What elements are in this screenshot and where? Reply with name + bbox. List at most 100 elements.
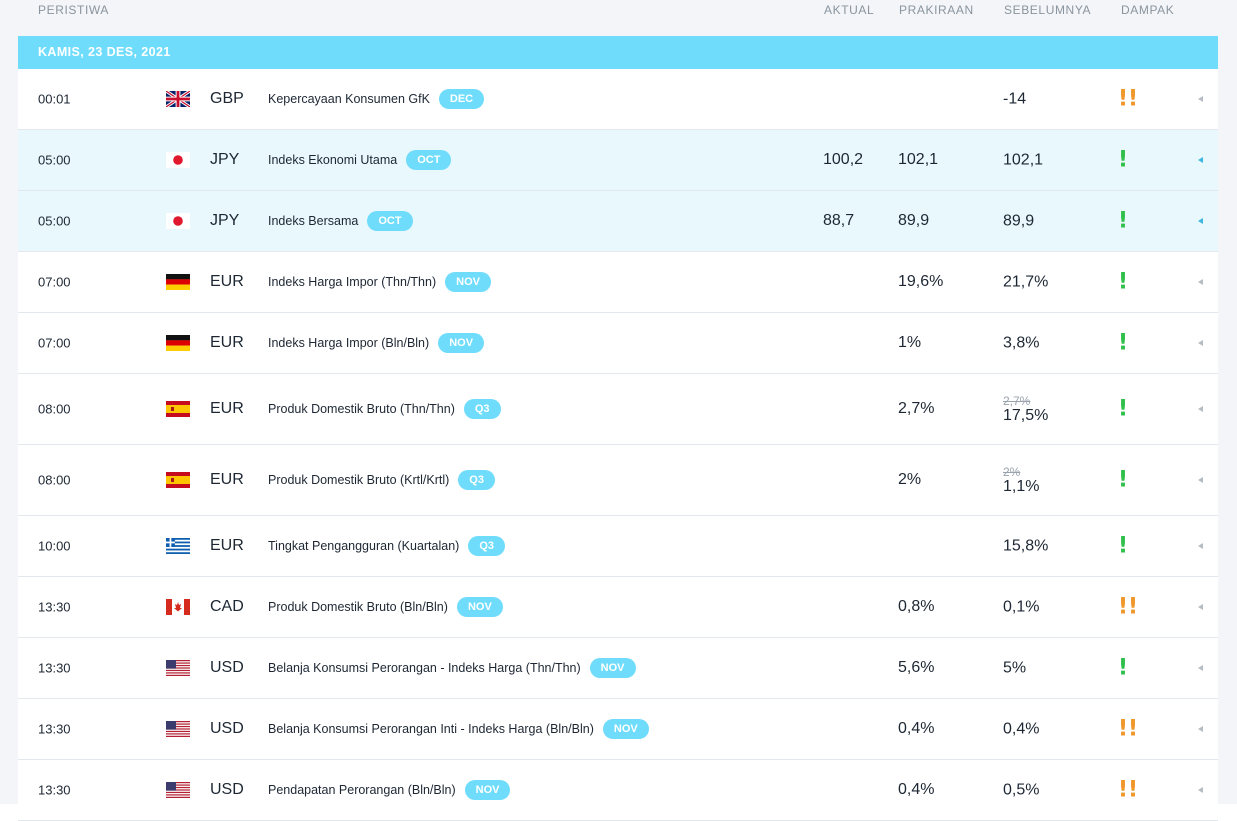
previous-value-cell: 0,1%: [1003, 598, 1040, 616]
previous-value: 1,1%: [1003, 478, 1040, 495]
impact-icon: !!: [1118, 86, 1139, 112]
event-time: 13:30: [38, 599, 71, 615]
event-row[interactable]: 05:00 JPY Indeks Ekonomi Utama OCT 100,2 102,…: [18, 130, 1218, 191]
previous-value: 15,8%: [1003, 537, 1049, 555]
event-title: Indeks Harga Impor (Thn/Thn) NOV: [268, 272, 491, 292]
period-badge: Q3: [463, 399, 501, 419]
event-row[interactable]: 07:00 EUR Indeks Harga Impor (Thn/Thn) NOV 1…: [18, 252, 1218, 313]
event-title: Indeks Bersama OCT: [268, 211, 413, 231]
forecast-value: 0,4%: [898, 720, 935, 737]
event-title: Tingkat Pengangguran (Kuartalan) Q3: [268, 536, 506, 556]
event-row[interactable]: 00:01 GBP Kepercayaan Konsumen GfK DEC -14!!: [18, 69, 1218, 130]
expand-caret-icon[interactable]: [1198, 406, 1203, 412]
event-title: Produk Domestik Bruto (Thn/Thn) Q3: [268, 399, 501, 419]
event-row[interactable]: 07:00 EUR Indeks Harga Impor (Bln/Bln) NOV 1…: [18, 313, 1218, 374]
expand-caret-icon[interactable]: [1198, 477, 1203, 483]
period-badge: OCT: [367, 211, 413, 231]
column-header-forecast: PRAKIRAAN: [899, 3, 974, 17]
previous-value: 102,1: [1003, 151, 1044, 169]
currency-code: USD: [210, 720, 244, 737]
event-title: Kepercayaan Konsumen GfK DEC: [268, 89, 485, 109]
event-title: Indeks Harga Impor (Bln/Bln) NOV: [268, 333, 485, 353]
event-row[interactable]: 08:00 EUR Produk Domestik Bruto (Thn/Thn) Q…: [18, 374, 1218, 445]
ca-flag-icon: [166, 599, 190, 615]
previous-value: -14: [1003, 90, 1027, 108]
event-name: Indeks Bersama: [268, 214, 359, 228]
event-name: Produk Domestik Bruto (Bln/Bln): [268, 600, 448, 614]
previous-value-cell: 2,7% 17,5%: [1003, 395, 1048, 424]
column-header-previous: SEBELUMNYA: [1004, 3, 1092, 17]
event-title: Pendapatan Perorangan (Bln/Bln) NOV: [268, 780, 511, 800]
forecast-value: 0,8%: [898, 598, 935, 615]
expand-caret-icon[interactable]: [1198, 543, 1203, 549]
event-name: Belanja Konsumsi Perorangan - Indeks Har…: [268, 661, 581, 675]
expand-caret-icon[interactable]: [1198, 279, 1203, 285]
expand-caret-icon[interactable]: [1198, 96, 1203, 102]
previous-value-cell: 15,8%: [1003, 537, 1049, 555]
event-title: Belanja Konsumsi Perorangan - Indeks Har…: [268, 658, 636, 678]
event-name: Indeks Harga Impor (Bln/Bln): [268, 336, 430, 350]
previous-value: 3,8%: [1003, 334, 1040, 352]
event-name: Belanja Konsumsi Perorangan Inti - Indek…: [268, 722, 594, 736]
forecast-value: 2%: [898, 471, 922, 488]
previous-value: 0,4%: [1003, 720, 1040, 738]
currency-code: EUR: [210, 400, 244, 417]
currency-code: CAD: [210, 598, 244, 615]
date-group-header: KAMIS, 23 DES, 2021: [18, 36, 1218, 69]
event-row[interactable]: 13:30 USD Belanja Konsumsi Perorangan - In…: [18, 638, 1218, 699]
event-title: Produk Domestik Bruto (Krtl/Krtl) Q3: [268, 470, 495, 490]
impact-icon: !: [1118, 208, 1129, 234]
forecast-value: 2,7%: [898, 400, 935, 417]
column-header-impact: DAMPAK: [1121, 3, 1175, 17]
period-badge: Q3: [468, 536, 506, 556]
period-badge: NOV: [438, 333, 485, 353]
event-time: 13:30: [38, 660, 71, 676]
currency-code: EUR: [210, 471, 244, 488]
currency-code: JPY: [210, 151, 240, 168]
forecast-value: 5,6%: [898, 659, 935, 676]
previous-value-cell: 2% 1,1%: [1003, 466, 1040, 495]
event-title: Indeks Ekonomi Utama OCT: [268, 150, 452, 170]
forecast-value: 0,4%: [898, 781, 935, 798]
expand-caret-icon[interactable]: [1198, 787, 1203, 793]
previous-value: 0,1%: [1003, 598, 1040, 616]
period-badge: Q3: [458, 470, 495, 490]
column-header-row: PERISTIWA AKTUAL PRAKIRAAN SEBELUMNYA DA…: [0, 0, 1237, 36]
event-time: 08:00: [38, 472, 71, 488]
currency-code: GBP: [210, 90, 244, 107]
forecast-value: 1%: [898, 334, 922, 351]
previous-value: 5%: [1003, 659, 1027, 677]
impact-icon: !: [1118, 330, 1129, 356]
period-badge: NOV: [445, 272, 491, 292]
currency-code: EUR: [210, 334, 244, 351]
expand-caret-icon[interactable]: [1198, 726, 1203, 732]
period-badge: NOV: [602, 719, 649, 739]
expand-caret-icon[interactable]: [1198, 604, 1203, 610]
event-name: Indeks Harga Impor (Thn/Thn): [268, 275, 437, 289]
event-row[interactable]: 13:30 USD Belanja Konsumsi Perorangan Inti…: [18, 699, 1218, 760]
impact-icon: !: [1118, 533, 1129, 559]
previous-value-cell: -14: [1003, 90, 1027, 108]
impact-icon: !!: [1118, 594, 1139, 620]
event-name: Indeks Ekonomi Utama: [268, 153, 398, 167]
actual-value: 88,7: [823, 212, 855, 229]
expand-caret-icon[interactable]: [1198, 340, 1203, 346]
event-row[interactable]: 08:00 EUR Produk Domestik Bruto (Krtl/Krtl…: [18, 445, 1218, 516]
currency-code: USD: [210, 659, 244, 676]
expand-caret-icon[interactable]: [1198, 218, 1203, 224]
impact-icon: !: [1118, 269, 1129, 295]
previous-value-cell: 89,9: [1003, 213, 1034, 229]
de-flag-icon: [166, 335, 190, 351]
period-badge: DEC: [438, 89, 485, 109]
event-row[interactable]: 13:30 USD Pendapatan Perorangan (Bln/Bln) N…: [18, 760, 1218, 821]
event-row[interactable]: 13:30 CAD Produk Domestik Bruto (Bln/Bln) N…: [18, 577, 1218, 638]
event-time: 05:00: [38, 213, 71, 229]
impact-icon: !!: [1118, 716, 1139, 742]
currency-code: EUR: [210, 273, 244, 290]
event-time: 07:00: [38, 274, 71, 290]
event-row[interactable]: 10:00 EUR Tingkat Pengangguran (Kuartalan)…: [18, 516, 1218, 577]
expand-caret-icon[interactable]: [1198, 665, 1203, 671]
us-flag-icon: [166, 782, 190, 798]
expand-caret-icon[interactable]: [1198, 157, 1203, 163]
event-row[interactable]: 05:00 JPY Indeks Bersama OCT 88,7 89,9 89,9!: [18, 191, 1218, 252]
